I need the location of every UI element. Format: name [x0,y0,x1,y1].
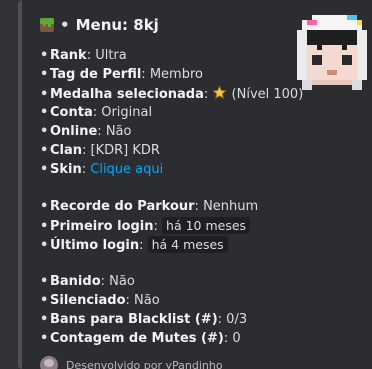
embed-accent-bar [18,0,22,369]
star-icon [212,85,228,100]
skin-link[interactable]: Clique aqui [90,162,163,177]
clan-value: [KDR] KDR [90,143,160,158]
player-skin-thumbnail[interactable] [292,15,372,95]
developer-avatar-icon [40,356,58,369]
field-mutes: • Contagem de Mutes (#): 0 [40,331,241,346]
field-last-login: • Último login: há 4 meses [40,236,228,254]
muted-value: Não [134,293,160,308]
field-medal: • Medalha selecionada: (Nível 100) [40,85,304,102]
rank-value: Ultra [95,48,127,63]
field-conta: • Conta: Original [40,105,153,120]
profile-embed: • Menu: 8kj • Rank: Ultra • Tag de Perfi… [18,0,372,369]
blacklist-value: 0/3 [226,312,248,327]
field-blacklist: • Bans para Blacklist (#): 0/3 [40,312,248,327]
field-online: • Online: Não [40,124,132,139]
first-login-timestamp: há 10 meses [162,217,251,234]
field-skin: • Skin: Clique aqui [40,162,164,177]
field-muted: • Silenciado: Não [40,293,160,308]
tag-value: Membro [149,67,203,82]
grass-block-icon [40,18,54,32]
mutes-value: 0 [232,331,241,346]
field-tag: • Tag de Perfil: Membro [40,67,203,82]
medal-value: (Nível 100) [231,87,304,102]
footer-text: Desenvolvido por yPandinho [66,358,223,369]
embed-footer: Desenvolvido por yPandinho [40,356,223,369]
online-value: Não [105,124,132,139]
field-rank: • Rank: Ultra [40,48,127,63]
conta-value: Original [101,105,153,120]
last-login-timestamp: há 4 meses [147,236,228,253]
parkour-value: Nenhum [203,199,259,214]
field-parkour: • Recorde do Parkour: Nenhum [40,199,259,214]
title-text: Menu: 8kj [75,16,159,34]
field-first-login: • Primeiro login: há 10 meses [40,217,251,235]
title-bullet: • [60,16,70,34]
field-banned: • Banido: Não [40,274,135,289]
banned-value: Não [109,274,135,289]
embed-title: • Menu: 8kj [40,16,159,34]
field-clan: • Clan: [KDR] KDR [40,143,160,158]
